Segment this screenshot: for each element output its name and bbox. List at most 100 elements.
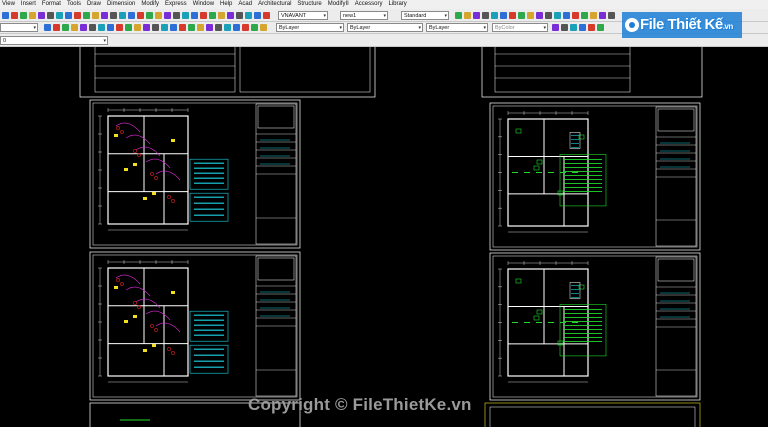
plotstyle-dropdown[interactable]: ByColor ▾ <box>492 23 548 32</box>
toolbar-button[interactable] <box>608 12 615 19</box>
toolbar-button[interactable] <box>80 24 87 31</box>
toolbar-button[interactable] <box>464 12 471 19</box>
toolbar-button[interactable] <box>152 24 159 31</box>
toolbar-button[interactable] <box>164 12 171 19</box>
toolbar-button[interactable] <box>62 24 69 31</box>
toolbar-button[interactable] <box>125 24 132 31</box>
toolbar-button[interactable] <box>173 12 180 19</box>
toolbar-button[interactable] <box>119 12 126 19</box>
command-dropdown[interactable]: ▾ <box>0 23 38 32</box>
toolbar-button[interactable] <box>570 24 577 31</box>
toolbar-button[interactable] <box>581 12 588 19</box>
toolbar-button[interactable] <box>552 24 559 31</box>
table-style-dropdown[interactable]: Standard ▾ <box>401 11 449 20</box>
toolbar-button[interactable] <box>29 12 36 19</box>
menu-item-acad[interactable]: Acad <box>238 0 252 9</box>
toolbar-button[interactable] <box>20 12 27 19</box>
toolbar-button[interactable] <box>509 12 516 19</box>
toolbar-button[interactable] <box>179 24 186 31</box>
toolbar-button[interactable] <box>161 24 168 31</box>
toolbar-button[interactable] <box>590 12 597 19</box>
menu-item-window[interactable]: Window <box>193 0 214 9</box>
toolbar-button[interactable] <box>116 24 123 31</box>
toolbar-button[interactable] <box>197 24 204 31</box>
drawing-canvas[interactable] <box>0 47 768 427</box>
menu-item-library[interactable]: Library <box>388 0 406 9</box>
toolbar-button[interactable] <box>134 24 141 31</box>
menu-item-view[interactable]: View <box>2 0 15 9</box>
toolbar-button[interactable] <box>200 12 207 19</box>
menu-item-modifyii[interactable]: ModifyII <box>328 0 349 9</box>
color-dropdown[interactable]: ByLayer ▾ <box>276 23 344 32</box>
toolbar-button[interactable] <box>155 12 162 19</box>
toolbar-button[interactable] <box>38 12 45 19</box>
toolbar-button[interactable] <box>92 12 99 19</box>
toolbar-button[interactable] <box>71 24 78 31</box>
toolbar-button[interactable] <box>224 24 231 31</box>
toolbar-button[interactable] <box>191 12 198 19</box>
toolbar-button[interactable] <box>251 24 258 31</box>
toolbar-button[interactable] <box>89 24 96 31</box>
toolbar-button[interactable] <box>83 12 90 19</box>
toolbar-button[interactable] <box>65 12 72 19</box>
toolbar-button[interactable] <box>98 24 105 31</box>
menu-item-modify[interactable]: Modify <box>141 0 159 9</box>
toolbar-button[interactable] <box>182 12 189 19</box>
toolbar-button[interactable] <box>74 12 81 19</box>
toolbar-button[interactable] <box>215 24 222 31</box>
menu-item-dimension[interactable]: Dimension <box>107 0 135 9</box>
toolbar-button[interactable] <box>2 12 9 19</box>
toolbar-button[interactable] <box>245 12 252 19</box>
toolbar-button[interactable] <box>554 12 561 19</box>
toolbar-button[interactable] <box>44 24 51 31</box>
lineweight-dropdown[interactable]: ByLayer ▾ <box>426 23 488 32</box>
toolbar-button[interactable] <box>11 12 18 19</box>
toolbar-button[interactable] <box>263 12 270 19</box>
toolbar-button[interactable] <box>572 12 579 19</box>
toolbar-button[interactable] <box>491 12 498 19</box>
toolbar-button[interactable] <box>588 24 595 31</box>
layer-dropdown[interactable]: 0 ▾ <box>0 36 108 45</box>
toolbar-button[interactable] <box>56 12 63 19</box>
toolbar-button[interactable] <box>101 12 108 19</box>
menu-item-format[interactable]: Format <box>42 0 61 9</box>
toolbar-button[interactable] <box>518 12 525 19</box>
text-style-dropdown[interactable]: VNAVANT ▾ <box>278 11 328 20</box>
toolbar-button[interactable] <box>233 24 240 31</box>
menu-item-express[interactable]: Express <box>165 0 187 9</box>
toolbar-button[interactable] <box>107 24 114 31</box>
toolbar-button[interactable] <box>53 24 60 31</box>
toolbar-button[interactable] <box>137 12 144 19</box>
toolbar-button[interactable] <box>597 24 604 31</box>
linetype-dropdown[interactable]: ByLayer ▾ <box>347 23 423 32</box>
menu-item-architectural[interactable]: Architectural <box>258 0 291 9</box>
toolbar-button[interactable] <box>561 24 568 31</box>
toolbar-button[interactable] <box>209 12 216 19</box>
toolbar-button[interactable] <box>473 12 480 19</box>
toolbar-button[interactable] <box>188 24 195 31</box>
toolbar-button[interactable] <box>242 24 249 31</box>
menu-item-insert[interactable]: Insert <box>21 0 36 9</box>
toolbar-button[interactable] <box>599 12 606 19</box>
toolbar-button[interactable] <box>527 12 534 19</box>
dim-style-dropdown[interactable]: new1 ▾ <box>340 11 388 20</box>
toolbar-button[interactable] <box>482 12 489 19</box>
toolbar-button[interactable] <box>47 12 54 19</box>
toolbar-button[interactable] <box>206 24 213 31</box>
toolbar-button[interactable] <box>170 24 177 31</box>
toolbar-button[interactable] <box>110 12 117 19</box>
menu-item-help[interactable]: Help <box>220 0 232 9</box>
toolbar-button[interactable] <box>227 12 234 19</box>
menu-item-draw[interactable]: Draw <box>87 0 101 9</box>
menu-item-tools[interactable]: Tools <box>67 0 81 9</box>
toolbar-button[interactable] <box>545 12 552 19</box>
toolbar-button[interactable] <box>579 24 586 31</box>
toolbar-button[interactable] <box>254 12 261 19</box>
toolbar-button[interactable] <box>146 12 153 19</box>
toolbar-button[interactable] <box>218 12 225 19</box>
toolbar-button[interactable] <box>128 12 135 19</box>
menu-item-accessory[interactable]: Accessory <box>355 0 383 9</box>
toolbar-button[interactable] <box>143 24 150 31</box>
toolbar-button[interactable] <box>563 12 570 19</box>
toolbar-button[interactable] <box>260 24 267 31</box>
